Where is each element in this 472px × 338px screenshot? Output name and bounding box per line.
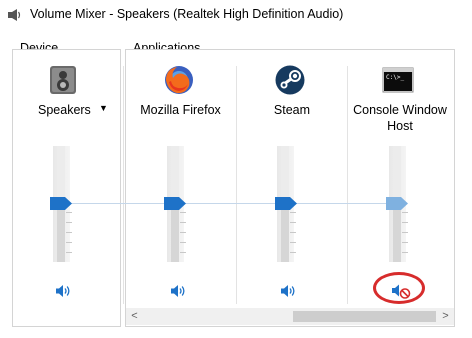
volume-reference-line bbox=[60, 203, 405, 204]
device-name: Speakers bbox=[38, 103, 91, 117]
scroll-right-button[interactable]: > bbox=[437, 308, 454, 325]
firefox-volume-ticks bbox=[180, 212, 186, 262]
app-name-line1: Console Window bbox=[353, 103, 447, 117]
horizontal-scrollbar[interactable]: < > bbox=[126, 308, 454, 325]
device-volume-ticks bbox=[66, 212, 72, 262]
app-name-steam: Steam bbox=[273, 103, 311, 117]
app-name-firefox: Mozilla Firefox bbox=[140, 103, 221, 117]
device-mute-button[interactable] bbox=[55, 284, 73, 298]
console-volume-ticks bbox=[402, 212, 408, 262]
column-separator bbox=[236, 66, 237, 304]
app-name-console-window-host: Console Window Host bbox=[350, 102, 450, 134]
steam-volume-slider-thumb[interactable] bbox=[275, 197, 297, 210]
steam-volume-ticks bbox=[290, 212, 296, 262]
column-separator bbox=[347, 66, 348, 304]
scrollbar-thumb[interactable] bbox=[293, 311, 436, 322]
column-separator bbox=[123, 66, 124, 304]
steam-icon[interactable] bbox=[274, 64, 306, 96]
volume-mixer-app-icon bbox=[8, 9, 21, 21]
device-volume-slider-thumb[interactable] bbox=[50, 197, 72, 210]
muted-highlight-circle bbox=[373, 272, 425, 304]
speaker-device-icon[interactable] bbox=[47, 64, 79, 96]
firefox-mute-button[interactable] bbox=[170, 284, 188, 298]
scroll-left-button[interactable]: < bbox=[126, 308, 143, 325]
svg-text:C:\>_: C:\>_ bbox=[386, 74, 404, 81]
console-volume-slider-thumb[interactable] bbox=[386, 197, 408, 210]
title-bar: Volume Mixer - Speakers (Realtek High De… bbox=[0, 0, 472, 30]
window-title: Volume Mixer - Speakers (Realtek High De… bbox=[30, 7, 344, 21]
steam-mute-button[interactable] bbox=[280, 284, 298, 298]
device-selector[interactable]: Speakers bbox=[38, 102, 122, 118]
dropdown-arrow-icon[interactable]: ▼ bbox=[99, 103, 108, 113]
console-window-icon[interactable]: C:\>_ bbox=[382, 64, 414, 96]
firefox-volume-slider-thumb[interactable] bbox=[164, 197, 186, 210]
firefox-icon[interactable] bbox=[163, 64, 195, 96]
app-name-line2: Host bbox=[387, 119, 413, 133]
